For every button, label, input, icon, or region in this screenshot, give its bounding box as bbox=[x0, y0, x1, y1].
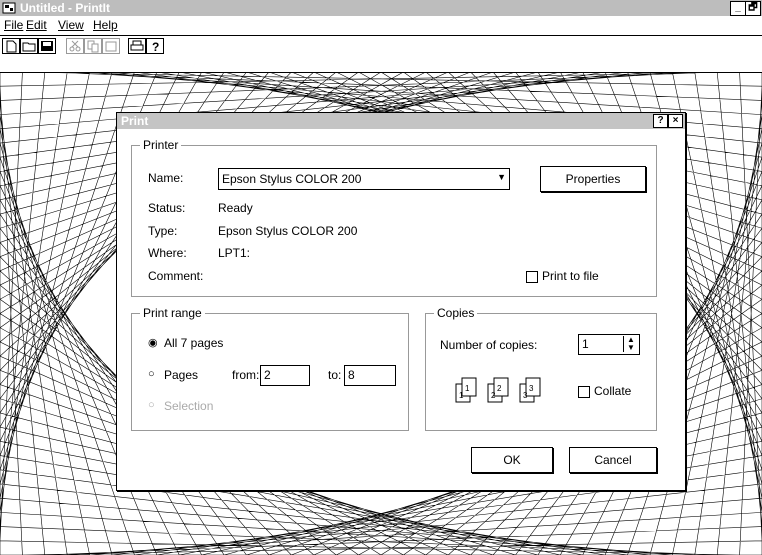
where-label: Where: bbox=[148, 246, 187, 260]
chevron-down-icon: ▼ bbox=[497, 172, 506, 182]
restore-button[interactable]: 🗗 bbox=[745, 1, 761, 16]
svg-text:2: 2 bbox=[491, 391, 496, 400]
menu-edit[interactable]: Edit bbox=[26, 18, 47, 32]
paste-icon[interactable] bbox=[102, 38, 120, 54]
cut-icon[interactable] bbox=[66, 38, 84, 54]
from-input[interactable]: 2 bbox=[260, 365, 310, 386]
where-value: LPT1: bbox=[218, 246, 251, 260]
menu-view[interactable]: View bbox=[58, 18, 84, 32]
to-input[interactable]: 8 bbox=[344, 365, 396, 386]
window-title: Untitled - PrintIt bbox=[20, 1, 110, 15]
printer-group-label: Printer bbox=[140, 138, 182, 152]
type-label: Type: bbox=[148, 224, 178, 238]
menu-file-label: File bbox=[4, 18, 24, 32]
printer-name-value: Epson Stylus COLOR 200 bbox=[222, 172, 362, 186]
print-dialog: Print ? × Printer Name: Epson Stylus COL… bbox=[116, 112, 686, 491]
comment-label: Comment: bbox=[148, 269, 204, 283]
status-label: Status: bbox=[148, 201, 186, 215]
collate-pages-icon: 11 22 33 bbox=[455, 377, 541, 403]
print-to-file-label: Print to file bbox=[542, 269, 599, 283]
pages-radio[interactable]: ○ bbox=[148, 368, 155, 380]
collate-checkbox[interactable] bbox=[578, 386, 590, 398]
all-pages-label: All 7 pages bbox=[164, 336, 224, 350]
ok-button[interactable]: OK bbox=[471, 447, 553, 473]
printer-name-select[interactable]: Epson Stylus COLOR 200 ▼ bbox=[218, 168, 510, 190]
type-value: Epson Stylus COLOR 200 bbox=[218, 224, 358, 238]
num-copies-input[interactable]: 1 ▲ ▼ bbox=[578, 334, 640, 355]
svg-text:?: ? bbox=[152, 40, 159, 54]
new-icon[interactable] bbox=[2, 38, 20, 54]
printer-group: Printer Name: Epson Stylus COLOR 200 ▼ P… bbox=[131, 138, 657, 297]
dialog-title-bar: Print ? × bbox=[117, 113, 685, 129]
help-button[interactable]: ? bbox=[653, 114, 668, 128]
spinner-icon[interactable]: ▲ ▼ bbox=[623, 336, 638, 352]
svg-text:3: 3 bbox=[523, 391, 528, 400]
all-pages-radio[interactable]: ◉ bbox=[148, 336, 158, 349]
svg-text:1: 1 bbox=[465, 384, 470, 393]
collate-label: Collate bbox=[594, 384, 632, 398]
num-copies-label: Number of copies: bbox=[440, 338, 538, 352]
properties-button[interactable]: Properties bbox=[540, 166, 646, 192]
minimize-button[interactable]: _ bbox=[730, 1, 746, 16]
pages-label: Pages bbox=[164, 368, 199, 382]
dialog-title: Print bbox=[121, 114, 149, 128]
copies-group: Copies Number of copies: 1 ▲ ▼ 11 22 33 C… bbox=[425, 306, 657, 431]
menu-bar: File Edit View Help bbox=[0, 16, 762, 34]
status-value: Ready bbox=[218, 201, 253, 215]
print-range-label: Print range bbox=[140, 306, 205, 320]
copies-group-label: Copies bbox=[434, 306, 478, 320]
svg-text:2: 2 bbox=[497, 384, 502, 393]
open-icon[interactable] bbox=[20, 38, 38, 54]
menu-view-label: View bbox=[58, 18, 84, 32]
title-bar: Untitled - PrintIt _ 🗗 bbox=[0, 0, 762, 16]
menu-help-label: Help bbox=[93, 18, 118, 32]
close-button[interactable]: × bbox=[668, 114, 683, 128]
name-label: Name: bbox=[148, 171, 184, 185]
menu-file[interactable]: File bbox=[4, 18, 23, 32]
svg-text:1: 1 bbox=[459, 391, 464, 400]
menu-help[interactable]: Help bbox=[93, 18, 118, 32]
save-icon[interactable] bbox=[38, 38, 56, 54]
to-label: to: bbox=[328, 368, 342, 382]
cancel-button[interactable]: Cancel bbox=[569, 447, 657, 473]
num-copies-value: 1 bbox=[582, 337, 589, 351]
selection-radio[interactable]: ○ bbox=[148, 399, 155, 411]
selection-label: Selection bbox=[164, 399, 214, 413]
toolbar: ? bbox=[0, 35, 762, 73]
to-value: 8 bbox=[348, 368, 355, 382]
print-icon[interactable] bbox=[128, 38, 146, 54]
help-icon[interactable]: ? bbox=[146, 38, 164, 54]
print-range-group: Print range ◉ All 7 pages ○ Pages from: … bbox=[131, 306, 409, 431]
copy-icon[interactable] bbox=[84, 38, 102, 54]
from-value: 2 bbox=[264, 368, 271, 382]
from-label: from: bbox=[232, 368, 260, 382]
print-to-file-checkbox[interactable] bbox=[526, 271, 538, 283]
app-icon bbox=[2, 2, 16, 14]
svg-text:3: 3 bbox=[529, 384, 534, 393]
menu-edit-label: Edit bbox=[26, 18, 47, 32]
